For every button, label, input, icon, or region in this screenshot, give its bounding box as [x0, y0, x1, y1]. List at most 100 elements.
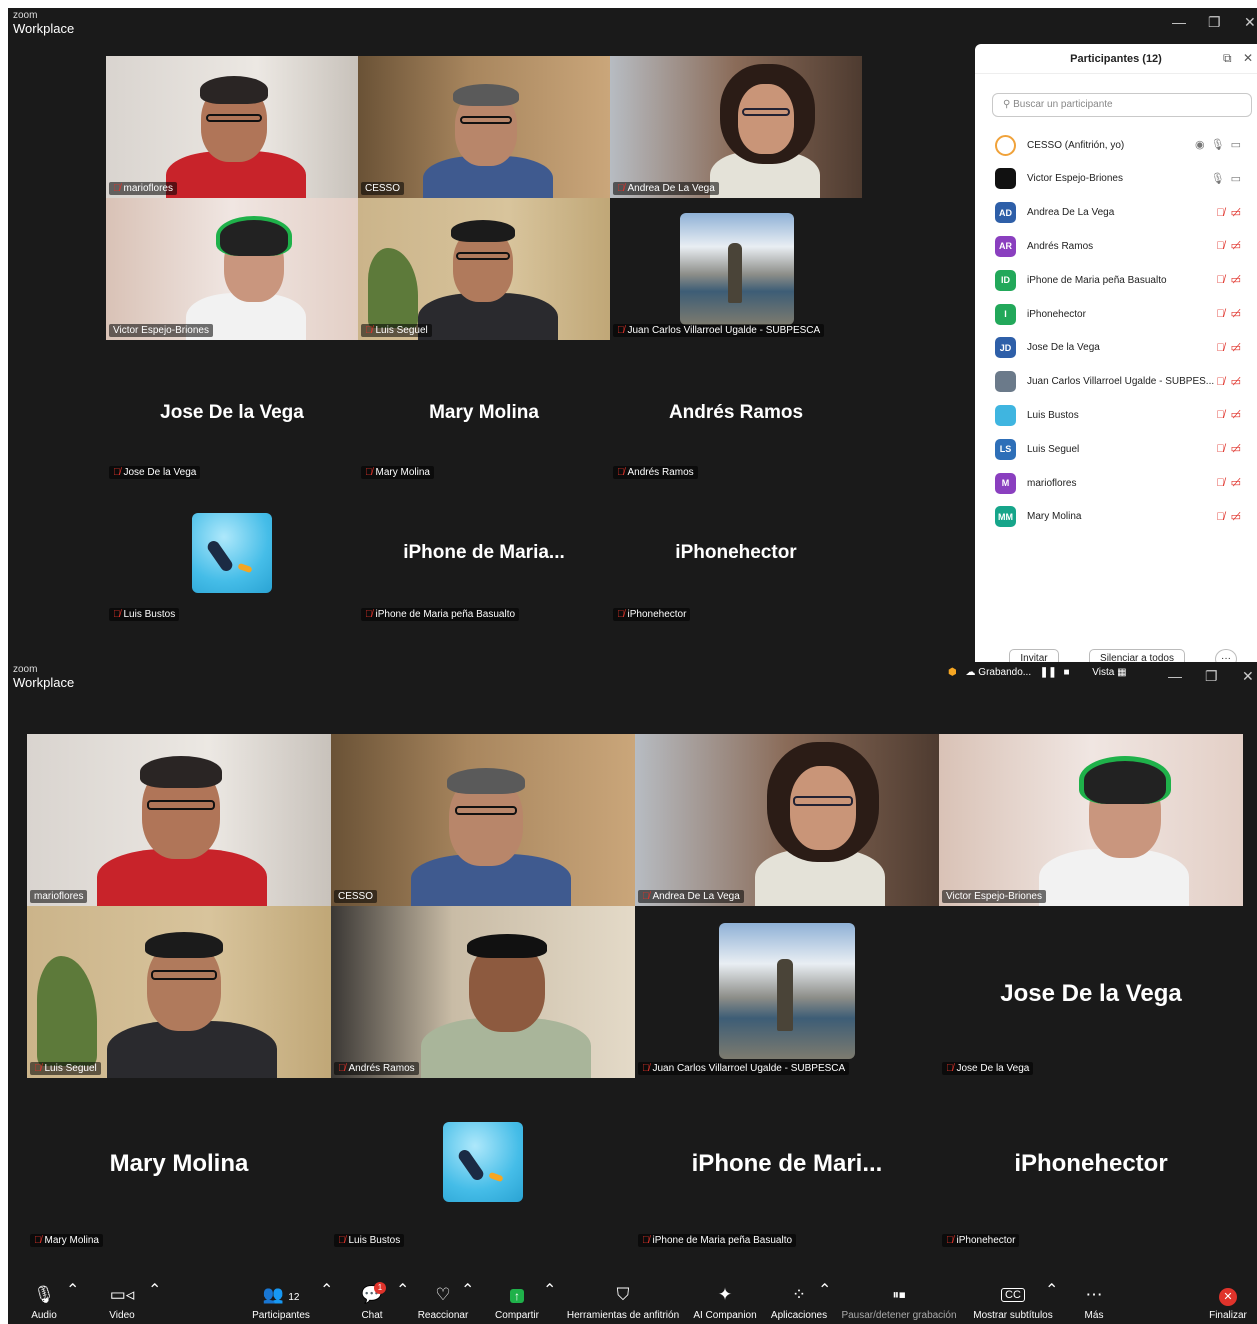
participant-row[interactable]: AR Andrés Ramos 🎙̸▭̸ [995, 235, 1253, 257]
participant-avatar: LS [995, 438, 1016, 460]
react-chevron-icon[interactable]: ⌃ [461, 1280, 474, 1300]
participant-name-tag: 🎙̸ Mary Molina [361, 466, 434, 479]
close-icon[interactable]: ✕ [1242, 668, 1254, 685]
audio-options-chevron-icon[interactable]: ⌃ [66, 1280, 79, 1300]
minimize-icon[interactable]: — [1168, 668, 1182, 684]
video-tile[interactable]: 🎙̸ Luis Seguel [358, 198, 610, 340]
participant-display-name: iPhone de Maria... [403, 542, 565, 563]
chat-chevron-icon[interactable]: ⌃ [396, 1280, 409, 1300]
participant-display-name: Mary Molina [429, 402, 539, 423]
mic-camera-status-icon[interactable]: 🎙̸▭̸ [1216, 307, 1247, 320]
audio-button[interactable]: 🎙 Audio [22, 1280, 66, 1322]
participant-row[interactable]: Luis Bustos 🎙̸▭̸ [995, 404, 1253, 426]
participant-row[interactable]: CESSO (Anfitrión, yo) ◉🎙▭ [995, 134, 1253, 156]
video-button[interactable]: ▭◃ Video [100, 1280, 144, 1322]
participant-name-tag: CESSO [334, 890, 378, 903]
participant-avatar: I [995, 303, 1016, 325]
video-tile[interactable]: 🎙̸ marioflores [106, 56, 358, 198]
video-tile-off[interactable]: Mary Molina 🎙̸ Mary Molina [358, 340, 610, 482]
mic-camera-status-icon[interactable]: 🎙̸▭̸ [1216, 476, 1247, 489]
participant-avatar: M [995, 472, 1016, 494]
participant-row[interactable]: Juan Carlos Villarroel Ugalde - SUBPES..… [995, 371, 1253, 393]
more-button[interactable]: ⋯ Más [1076, 1280, 1112, 1322]
microphone-icon: 🎙 [33, 1285, 55, 1304]
video-tile-active-speaker[interactable]: Victor Espejo-Briones [106, 198, 358, 340]
restore-icon[interactable]: ❐ [1205, 668, 1218, 685]
video-tile[interactable]: 🎙̸ Andrea De La Vega [635, 734, 939, 906]
video-tile-off[interactable]: Jose De la Vega 🎙̸ Jose De la Vega [939, 906, 1243, 1078]
participant-name-tag: 🎙̸ iPhone de Maria peña Basualto [361, 608, 520, 621]
panel-header: Participantes (12) ⧉ ✕ [975, 44, 1257, 74]
end-meeting-button[interactable]: ✕ Finalizar [1204, 1280, 1252, 1322]
video-tile-off[interactable]: iPhone de Maria... 🎙̸ iPhone de Maria peñ… [358, 482, 610, 624]
muted-mic-icon: 🎙̸ [365, 325, 373, 336]
video-tile[interactable]: 🎙̸ Juan Carlos Villarroel Ugalde - SUBPES… [610, 198, 862, 340]
participants-button[interactable]: 👥 12 Participantes [248, 1280, 314, 1322]
video-tile-off[interactable]: 🎙̸ Luis Bustos [331, 1078, 635, 1250]
mic-camera-status-icon[interactable]: 🎙̸▭̸ [1216, 442, 1247, 455]
participant-row[interactable]: Victor Espejo-Briones 🎙▭ [995, 168, 1253, 190]
video-tile[interactable]: 🎙̸ Juan Carlos Villarroel Ugalde - SUBPES… [635, 906, 939, 1078]
video-tile-off[interactable]: iPhonehector 🎙̸ iPhonehector [939, 1078, 1243, 1250]
host-tools-button[interactable]: ⛉ Herramientas de anfitrión [562, 1280, 684, 1322]
participant-row[interactable]: JD Jose De la Vega 🎙̸▭̸ [995, 337, 1253, 359]
share-screen-icon: ↑ [490, 1284, 544, 1310]
muted-mic-icon: 🎙̸ [34, 1235, 42, 1246]
stop-icon[interactable]: ■ [1063, 667, 1069, 678]
profile-photo [680, 213, 794, 325]
mic-camera-status-icon[interactable]: 🎙̸▭̸ [1216, 408, 1247, 421]
mic-camera-status-icon[interactable]: 🎙̸▭̸ [1216, 510, 1247, 523]
close-icon[interactable]: ✕ [1244, 14, 1256, 31]
video-tile-active-speaker[interactable]: marioflores [27, 734, 331, 906]
ai-companion-button[interactable]: ✦ AI Companion [690, 1280, 760, 1322]
meeting-toolbar: 🎙 Audio ⌃ ▭◃ Video ⌃ 👥 12 Participantes ⌃ 💬… [8, 1280, 1257, 1324]
restore-icon[interactable]: ❐ [1208, 14, 1221, 31]
chat-button[interactable]: 💬 1 Chat [354, 1280, 390, 1322]
captions-chevron-icon[interactable]: ⌃ [1045, 1280, 1058, 1300]
video-tile[interactable]: CESSO [331, 734, 635, 906]
mic-camera-status-icon[interactable]: 🎙̸▭̸ [1216, 206, 1247, 219]
video-tile[interactable]: 🎙̸ Luis Seguel [27, 906, 331, 1078]
grid-icon: ▦ [1117, 667, 1127, 678]
participant-name: Andrés Ramos [1027, 240, 1094, 252]
pause-icon[interactable]: ❚❚ [1040, 667, 1057, 678]
video-tile[interactable]: CESSO [358, 56, 610, 198]
share-button[interactable]: ↑ Compartir [490, 1280, 544, 1322]
participant-row[interactable]: MM Mary Molina 🎙̸▭̸ [995, 506, 1253, 528]
close-panel-icon[interactable]: ✕ [1243, 52, 1253, 64]
participant-row[interactable]: ID iPhone de Maria peña Basualto 🎙̸▭̸ [995, 269, 1253, 291]
view-button[interactable]: Vista [1092, 667, 1114, 678]
recording-status[interactable]: ⬢ ☁ Grabando... ❚❚ ■ Vista ▦ [948, 667, 1127, 678]
participant-row[interactable]: Mmarioflores 🎙̸▭̸ [995, 472, 1253, 494]
participant-row[interactable]: AD Andrea De La Vega 🎙̸▭̸ [995, 202, 1253, 224]
profile-photo [719, 923, 855, 1059]
video-tile-off[interactable]: iPhone de Mari... 🎙̸ iPhone de Maria peña… [635, 1078, 939, 1250]
mic-camera-status-icon[interactable]: 🎙̸▭̸ [1216, 341, 1247, 354]
video-options-chevron-icon[interactable]: ⌃ [148, 1280, 161, 1300]
mic-camera-status-icon[interactable]: 🎙̸▭̸ [1216, 273, 1247, 286]
mic-camera-status-icon[interactable]: 🎙̸▭̸ [1216, 375, 1247, 388]
participant-row[interactable]: LS Luis Seguel 🎙̸▭̸ [995, 438, 1253, 460]
video-tile[interactable]: 🎙̸ Andrés Ramos [331, 906, 635, 1078]
apps-chevron-icon[interactable]: ⌃ [818, 1280, 831, 1300]
mic-camera-status-icon[interactable]: ◉🎙▭ [1195, 138, 1247, 151]
video-tile[interactable]: Victor Espejo-Briones [939, 734, 1243, 906]
video-tile[interactable]: 🎙̸ Andrea De La Vega [610, 56, 862, 198]
participant-name-tag: 🎙̸ Juan Carlos Villarroel Ugalde - SUBPES… [613, 324, 825, 337]
mic-camera-status-icon[interactable]: 🎙̸▭̸ [1216, 239, 1247, 252]
share-chevron-icon[interactable]: ⌃ [543, 1280, 556, 1300]
video-tile-off[interactable]: 🎙̸ Luis Bustos [106, 482, 358, 624]
participants-chevron-icon[interactable]: ⌃ [320, 1280, 333, 1300]
video-tile-off[interactable]: Jose De la Vega 🎙̸ Jose De la Vega [106, 340, 358, 482]
pop-out-icon[interactable]: ⧉ [1223, 52, 1232, 64]
pause-stop-recording-button[interactable]: ⏸⏹ Pausar/detener grabación [838, 1280, 960, 1322]
chat-icon: 💬 1 [354, 1282, 390, 1310]
minimize-icon[interactable]: — [1172, 14, 1186, 30]
video-tile-off[interactable]: iPhonehector 🎙̸ iPhonehector [610, 482, 862, 624]
video-tile-off[interactable]: Andrés Ramos 🎙̸ Andrés Ramos [610, 340, 862, 482]
video-tile-off[interactable]: Mary Molina 🎙̸ Mary Molina [27, 1078, 331, 1250]
mic-camera-status-icon[interactable]: 🎙▭ [1211, 172, 1247, 185]
participant-search-input[interactable]: ⚲ Buscar un participante [992, 93, 1252, 117]
participant-name-tag: 🎙̸ Luis Seguel [361, 324, 432, 337]
participant-row[interactable]: IiPhonehector 🎙̸▭̸ [995, 303, 1253, 325]
